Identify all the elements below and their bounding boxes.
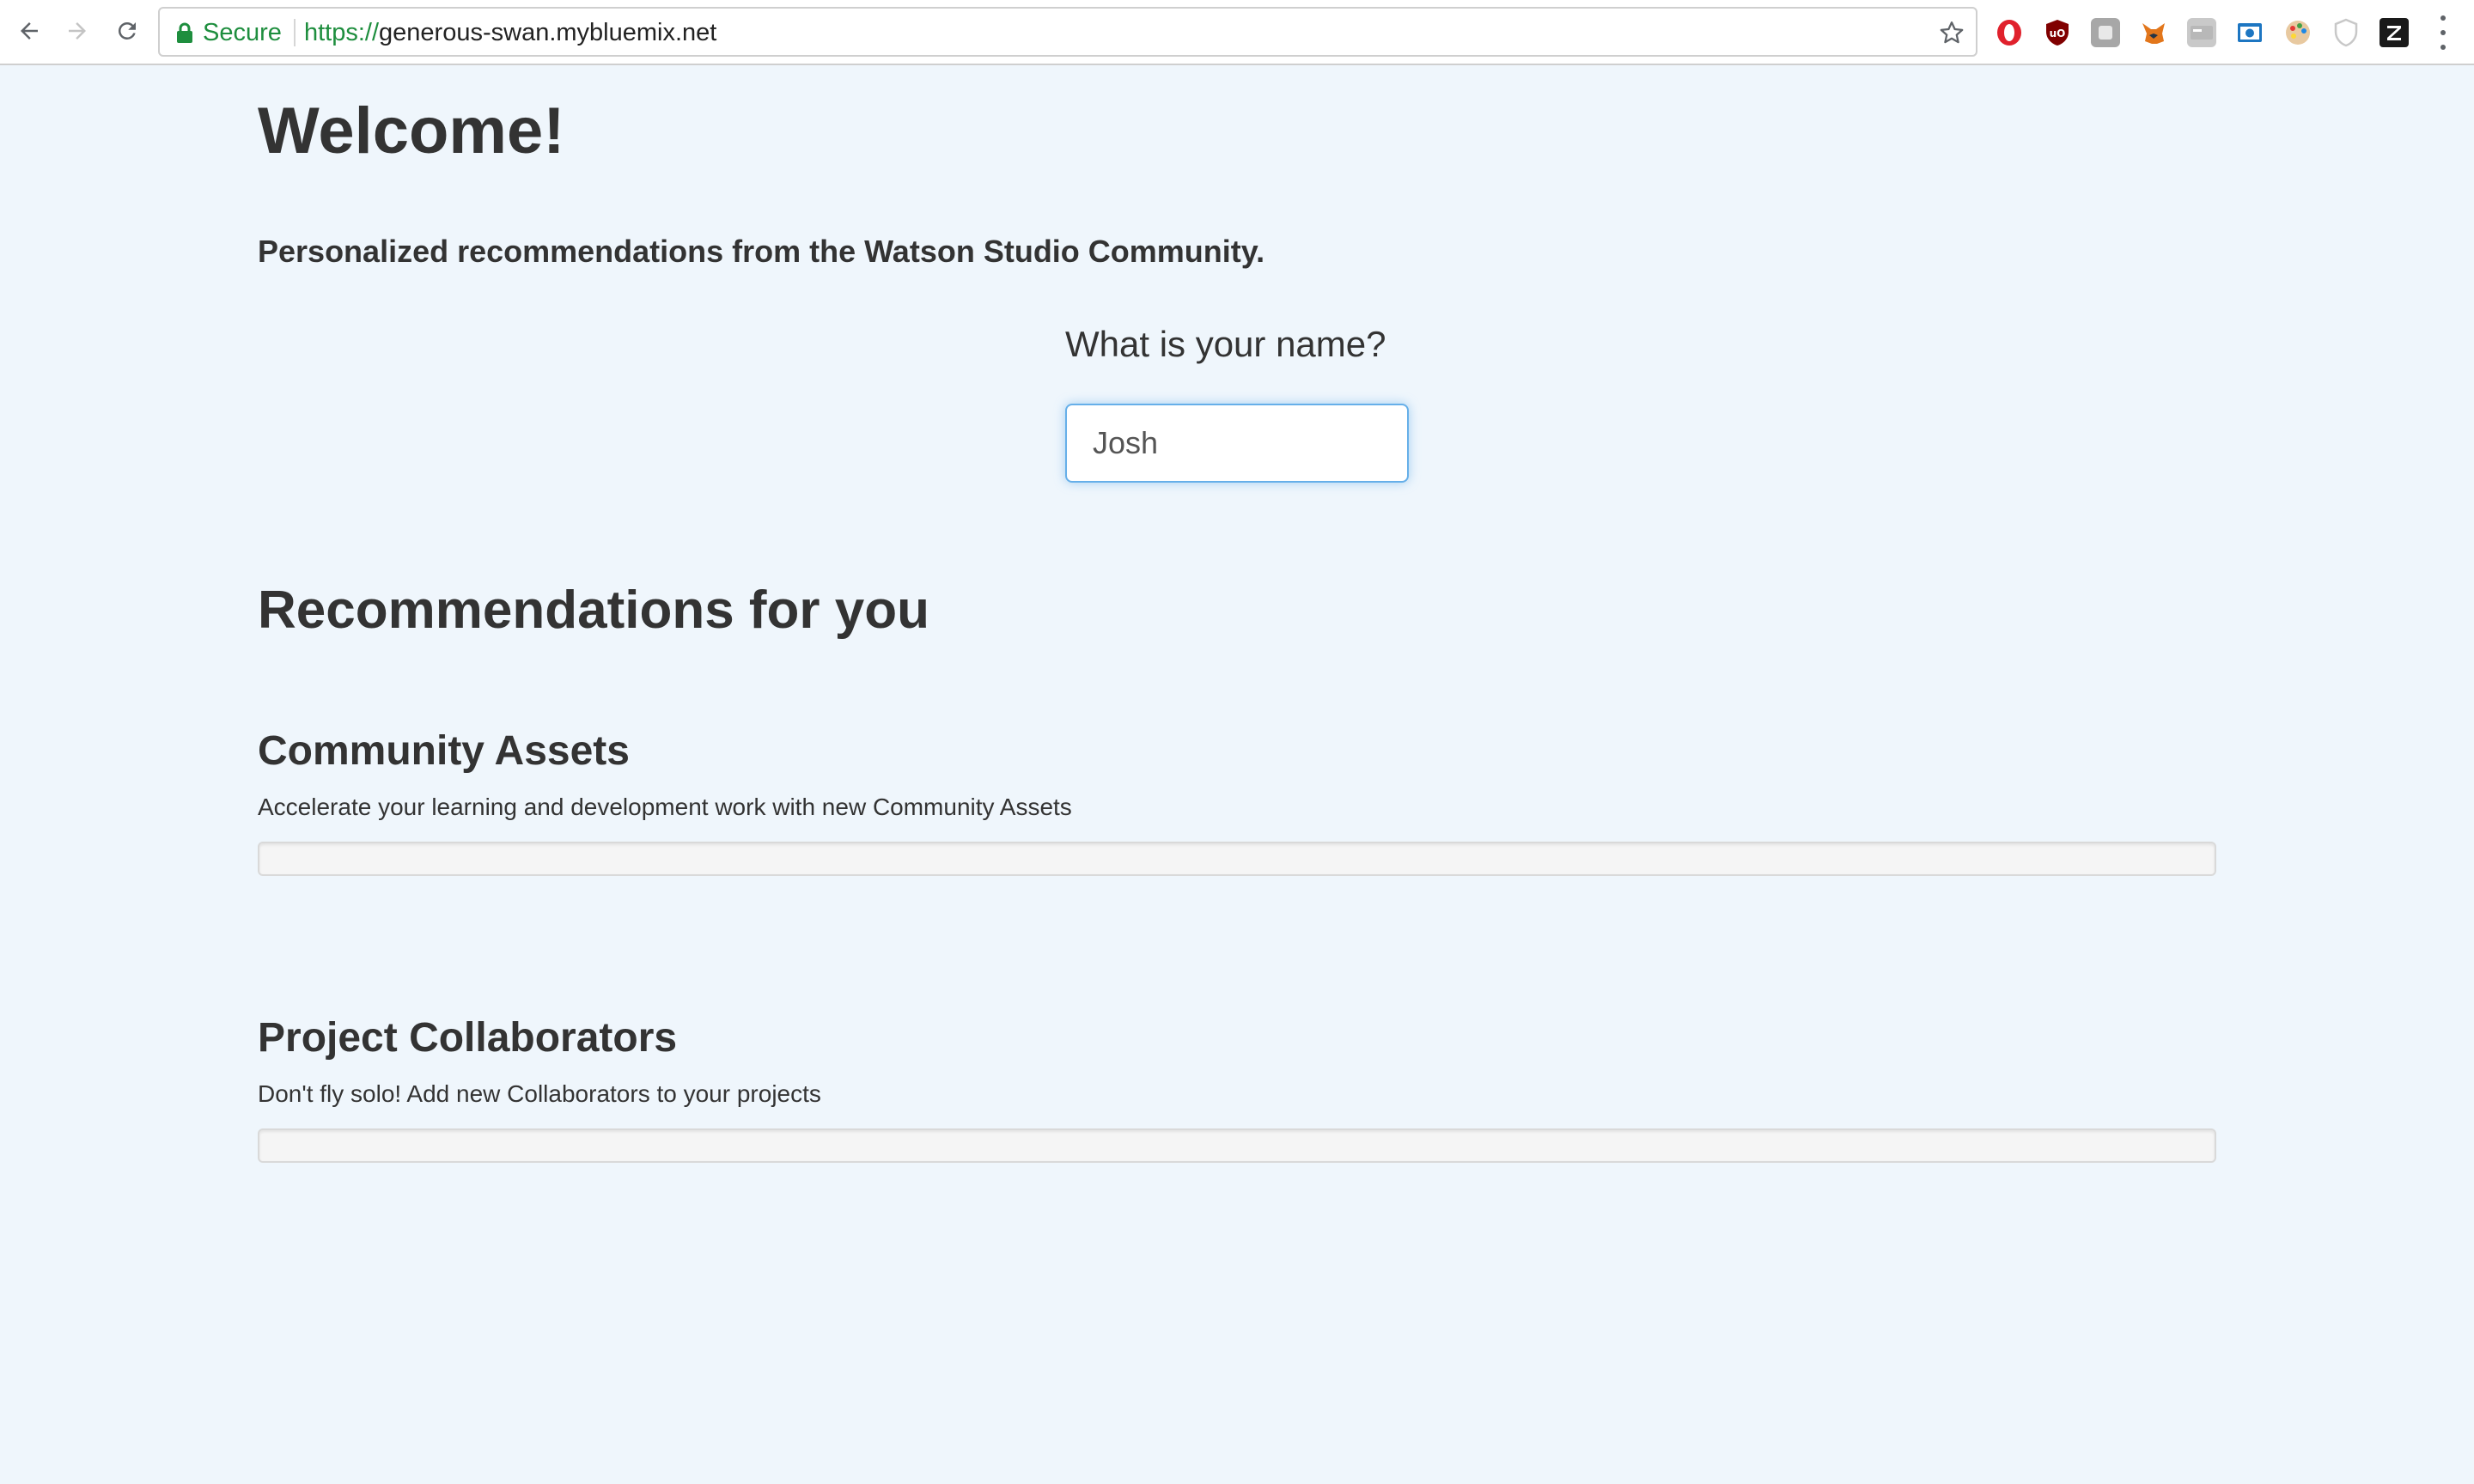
metamask-fox-icon[interactable]	[2139, 18, 2168, 47]
address-bar[interactable]: Secure https://generous-swan.mybluemix.n…	[158, 7, 1977, 57]
shield-extension-icon[interactable]	[2331, 18, 2361, 47]
browser-menu-icon[interactable]	[2434, 15, 2452, 50]
community-assets-heading: Community Assets	[258, 728, 630, 774]
community-assets-description: Accelerate your learning and development…	[258, 794, 1072, 820]
project-collaborators-description: Don't fly solo! Add new Collaborators to…	[258, 1080, 821, 1107]
url-text[interactable]: https://generous-swan.mybluemix.net	[304, 19, 716, 46]
community-assets-progress-bar	[258, 842, 2216, 876]
z-extension-icon[interactable]	[2380, 18, 2409, 47]
page-subtitle: Personalized recommendations from the Wa…	[258, 234, 1265, 269]
grey-extension-icon[interactable]	[2091, 18, 2120, 47]
menu-dot	[2440, 30, 2446, 35]
address-divider	[294, 19, 296, 46]
grey-card-extension-icon[interactable]	[2187, 18, 2216, 47]
browser-toolbar: Secure https://generous-swan.mybluemix.n…	[0, 0, 2474, 65]
forward-arrow-icon[interactable]	[60, 14, 94, 48]
back-arrow-icon[interactable]	[12, 14, 46, 48]
camera-extension-icon[interactable]	[2235, 18, 2264, 47]
lock-icon	[175, 22, 194, 43]
opera-icon[interactable]	[1995, 18, 2024, 47]
url-host: generous-swan.mybluemix.net	[379, 19, 717, 46]
recommendations-title: Recommendations for you	[258, 581, 929, 640]
svg-text:uO: uO	[2050, 27, 2066, 40]
secure-label: Secure	[203, 19, 282, 46]
project-collaborators-progress-bar	[258, 1128, 2216, 1163]
page-title: Welcome!	[258, 94, 565, 167]
menu-dot	[2440, 45, 2446, 50]
reload-icon[interactable]	[110, 14, 144, 48]
menu-dot	[2440, 15, 2446, 21]
project-collaborators-heading: Project Collaborators	[258, 1015, 678, 1061]
ublock-origin-icon[interactable]: uO	[2043, 18, 2072, 47]
url-scheme: https://	[304, 19, 380, 46]
palette-extension-icon[interactable]	[2283, 18, 2313, 47]
name-question-label: What is your name?	[1065, 324, 1386, 364]
bookmark-star-icon[interactable]	[1936, 17, 1967, 48]
name-input[interactable]	[1065, 404, 1409, 483]
